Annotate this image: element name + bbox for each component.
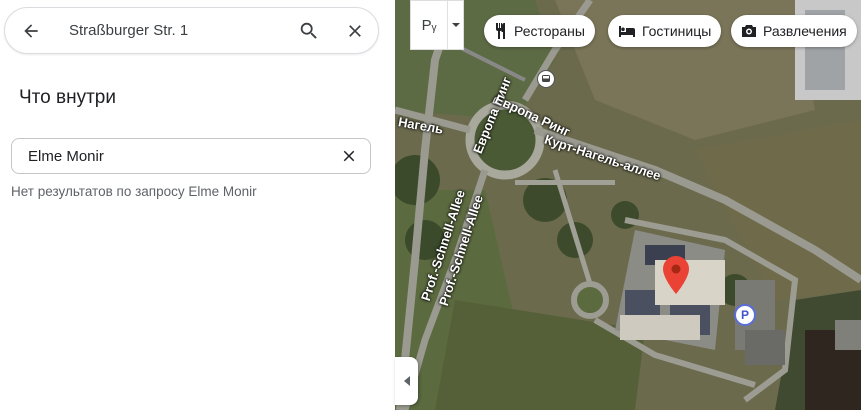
arrow-left-icon xyxy=(24,23,38,38)
camera-icon xyxy=(741,24,757,38)
transit-stop-icon[interactable] xyxy=(537,70,555,88)
side-panel: Straßburger Str. 1 Что внутри Elme Monir… xyxy=(0,0,395,410)
clear-filter-button[interactable] xyxy=(328,139,370,173)
chip-label: Рестораны xyxy=(514,23,585,39)
chip-label: Гостиницы xyxy=(642,23,712,39)
layer-button[interactable]: Pᵧ xyxy=(411,1,447,49)
layer-toggle[interactable]: Pᵧ xyxy=(410,0,464,50)
search-box[interactable]: Straßburger Str. 1 xyxy=(4,7,379,54)
search-button[interactable] xyxy=(286,7,332,54)
chip-entertainment[interactable]: Развлечения xyxy=(731,15,857,47)
back-button[interactable] xyxy=(5,7,57,54)
bed-icon xyxy=(618,24,636,38)
collapse-panel-button[interactable] xyxy=(395,357,418,405)
chip-label: Развлечения xyxy=(763,23,847,39)
inside-search-field[interactable]: Elme Monir xyxy=(11,138,371,174)
location-pin-icon[interactable] xyxy=(663,256,689,299)
close-icon xyxy=(349,24,361,37)
map-view[interactable] xyxy=(395,0,861,410)
parking-icon[interactable]: P xyxy=(734,304,756,326)
no-results-message: Нет результатов по запросу Elme Monir xyxy=(11,184,257,199)
caret-down-icon xyxy=(451,23,460,27)
clear-search-button[interactable] xyxy=(332,7,378,54)
chip-hotels[interactable]: Гостиницы xyxy=(608,15,722,47)
layer-dropdown[interactable] xyxy=(447,1,463,49)
caret-left-icon xyxy=(403,376,410,386)
fork-knife-icon xyxy=(494,23,508,39)
search-input[interactable]: Straßburger Str. 1 xyxy=(57,22,286,39)
section-title: Что внутри xyxy=(19,87,116,108)
search-icon xyxy=(300,22,317,39)
chip-restaurants[interactable]: Рестораны xyxy=(484,15,595,47)
inside-search-value[interactable]: Elme Monir xyxy=(28,148,328,165)
close-icon xyxy=(343,150,355,162)
satellite-imagery xyxy=(395,0,861,410)
